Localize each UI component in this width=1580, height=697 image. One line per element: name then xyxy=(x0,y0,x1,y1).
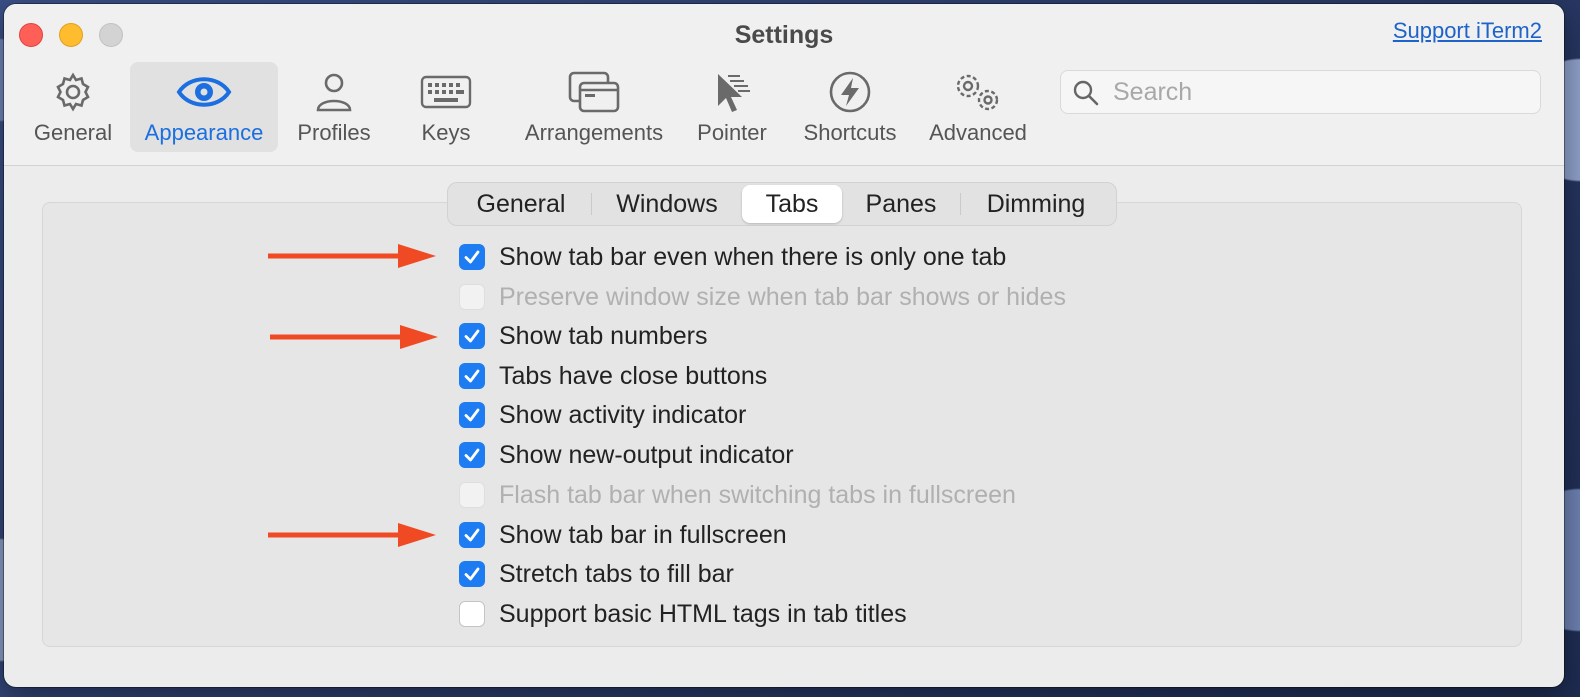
person-icon xyxy=(288,70,380,114)
option-label: Support basic HTML tags in tab titles xyxy=(499,599,907,628)
toolbar-label: Shortcuts xyxy=(803,120,897,145)
subtab-windows[interactable]: Windows xyxy=(592,185,742,223)
option-stretch-tabs[interactable]: Stretch tabs to fill bar xyxy=(459,558,734,590)
annotation-arrow-icon xyxy=(270,325,438,349)
checkbox-checked[interactable] xyxy=(459,561,485,587)
option-label: Show activity indicator xyxy=(499,400,747,429)
checkbox-disabled xyxy=(459,284,485,310)
settings-window: Settings Support iTerm2 General Appearan… xyxy=(4,4,1564,687)
toolbar-label: Advanced xyxy=(929,120,1027,145)
toolbar-label: Profiles xyxy=(297,120,371,145)
subtab-dimming[interactable]: Dimming xyxy=(961,185,1111,223)
option-show-tab-bar-one-tab[interactable]: Show tab bar even when there is only one… xyxy=(459,241,1006,273)
option-label: Show tab bar in fullscreen xyxy=(499,520,787,549)
toolbar-label: Appearance xyxy=(144,120,264,145)
toolbar-appearance[interactable]: Appearance xyxy=(130,62,278,152)
checkbox-checked[interactable] xyxy=(459,442,485,468)
checkbox-disabled xyxy=(459,482,485,508)
search-input[interactable] xyxy=(1113,77,1523,107)
toolbar-arrangements[interactable]: Arrangements xyxy=(510,62,678,152)
subtab-tabs[interactable]: Tabs xyxy=(742,185,842,223)
option-label: Preserve window size when tab bar shows … xyxy=(499,282,1066,311)
checkbox-unchecked[interactable] xyxy=(459,601,485,627)
option-show-tab-numbers[interactable]: Show tab numbers xyxy=(459,320,707,352)
checkbox-checked[interactable] xyxy=(459,244,485,270)
option-flash-tab-bar: Flash tab bar when switching tabs in ful… xyxy=(459,479,1016,511)
pointer-icon xyxy=(686,70,778,114)
toolbar-profiles[interactable]: Profiles xyxy=(288,62,380,152)
gears-icon xyxy=(922,70,1034,114)
toolbar-general[interactable]: General xyxy=(24,62,122,152)
eye-icon xyxy=(130,70,278,114)
option-label: Flash tab bar when switching tabs in ful… xyxy=(499,480,1016,509)
bolt-icon xyxy=(794,70,906,114)
option-new-output-indicator[interactable]: Show new-output indicator xyxy=(459,439,794,471)
option-label: Show new-output indicator xyxy=(499,440,794,469)
annotation-arrow-icon xyxy=(268,523,436,547)
checkbox-checked[interactable] xyxy=(459,363,485,389)
support-link[interactable]: Support iTerm2 xyxy=(1393,18,1542,44)
option-label: Tabs have close buttons xyxy=(499,361,768,390)
toolbar-label: Arrangements xyxy=(524,120,664,145)
toolbar-pointer[interactable]: Pointer xyxy=(686,62,778,152)
checkbox-checked[interactable] xyxy=(459,402,485,428)
toolbar-advanced[interactable]: Advanced xyxy=(922,62,1034,152)
toolbar-label: General xyxy=(33,120,113,145)
option-preserve-window-size: Preserve window size when tab bar shows … xyxy=(459,281,1066,313)
subtab-panes[interactable]: Panes xyxy=(842,185,960,223)
checkbox-checked[interactable] xyxy=(459,323,485,349)
windows-icon xyxy=(510,70,678,114)
option-label: Stretch tabs to fill bar xyxy=(499,559,734,588)
option-label: Show tab numbers xyxy=(499,321,708,350)
toolbar-label: Keys xyxy=(421,120,471,145)
option-tab-bar-fullscreen[interactable]: Show tab bar in fullscreen xyxy=(459,519,787,551)
toolbar-shortcuts[interactable]: Shortcuts xyxy=(794,62,906,152)
option-activity-indicator[interactable]: Show activity indicator xyxy=(459,399,746,431)
subtab-general[interactable]: General xyxy=(451,185,591,223)
checkbox-checked[interactable] xyxy=(459,522,485,548)
annotation-arrow-icon xyxy=(268,244,436,268)
window-title: Settings xyxy=(734,21,834,49)
option-html-tags[interactable]: Support basic HTML tags in tab titles xyxy=(459,598,907,630)
keyboard-icon xyxy=(396,70,496,114)
option-label: Show tab bar even when there is only one… xyxy=(499,242,1007,271)
search-icon xyxy=(1073,80,1099,111)
gear-icon xyxy=(24,70,122,114)
title-bar: Settings Support iTerm2 General Appearan… xyxy=(4,4,1564,166)
subtab-control: General Windows Tabs Panes Dimming xyxy=(447,182,1117,226)
option-close-buttons[interactable]: Tabs have close buttons xyxy=(459,360,767,392)
search-field[interactable] xyxy=(1060,70,1541,114)
toolbar-label: Pointer xyxy=(697,120,767,145)
toolbar-keys[interactable]: Keys xyxy=(396,62,496,152)
